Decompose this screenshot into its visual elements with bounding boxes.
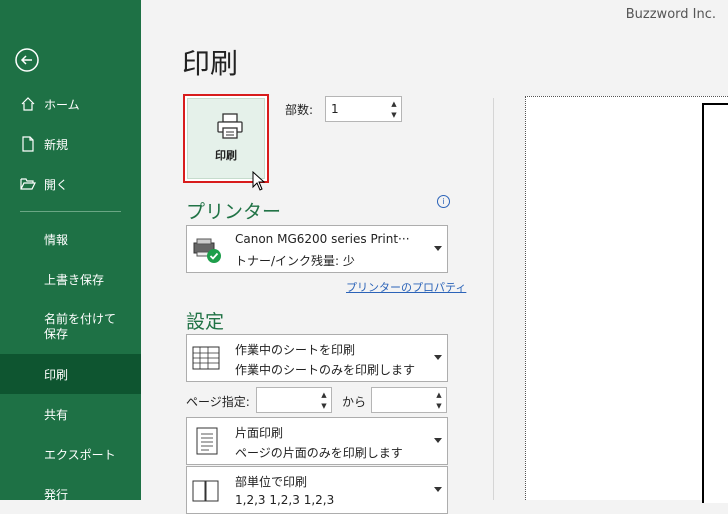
- chevron-down-icon: [434, 246, 442, 251]
- page-from-spin-down-icon[interactable]: ▼: [318, 400, 330, 411]
- sidebar-item-publish[interactable]: 発行: [0, 474, 141, 514]
- print-pane: Buzzword Inc. 印刷 印刷 部数: 1 ▲ ▼ プリンター i Ca…: [141, 0, 728, 514]
- copies-label: 部数:: [285, 103, 314, 117]
- sidebar-item-label: 名前を付けて保存: [44, 312, 117, 341]
- sides-select[interactable]: 片面印刷 ページの片面のみを印刷します: [186, 417, 448, 465]
- settings-heading: 設定: [186, 311, 225, 333]
- sidebar-item-home[interactable]: ホーム: [0, 84, 141, 124]
- chevron-down-icon: [434, 487, 442, 492]
- print-what-select[interactable]: 作業中のシートを印刷 作業中のシートのみを印刷します: [186, 334, 448, 382]
- sidebar-item-label: ホーム: [44, 97, 80, 112]
- collate-select[interactable]: 部単位で印刷 1,2,3 1,2,3 1,2,3: [186, 466, 448, 514]
- new-document-icon: [22, 136, 34, 152]
- home-icon: [21, 97, 35, 111]
- open-folder-icon: [20, 178, 36, 190]
- sidebar-item-save-as[interactable]: 名前を付けて保存: [0, 305, 125, 349]
- sidebar-item-label: 新規: [44, 137, 69, 152]
- sidebar-item-label: エクスポート: [44, 447, 116, 462]
- print-preview: [525, 96, 728, 503]
- mouse-cursor-icon: [252, 171, 266, 191]
- page-from-spin-up-icon[interactable]: ▲: [318, 389, 330, 400]
- printer-properties-link[interactable]: プリンターのプロパティ: [346, 279, 466, 295]
- page-to-spin-down-icon[interactable]: ▼: [433, 400, 445, 411]
- sides-title: 片面印刷: [235, 426, 284, 440]
- chevron-down-icon: [434, 355, 442, 360]
- printer-ready-icon: [193, 238, 221, 263]
- collate-description: 1,2,3 1,2,3 1,2,3: [235, 493, 335, 507]
- page-range-between: から: [342, 395, 367, 409]
- sidebar-item-label: 情報: [44, 232, 69, 247]
- chevron-down-icon: [434, 438, 442, 443]
- page-title: 印刷: [182, 47, 239, 80]
- print-button[interactable]: 印刷: [183, 94, 269, 183]
- sidebar-item-export[interactable]: エクスポート: [0, 434, 141, 474]
- info-icon[interactable]: i: [437, 195, 450, 208]
- printer-name: Canon MG6200 series Print···: [235, 232, 410, 246]
- copies-spin-down-icon[interactable]: ▼: [388, 109, 400, 120]
- print-button-label: 印刷: [215, 149, 237, 162]
- sidebar-item-new[interactable]: 新規: [0, 124, 141, 164]
- sidebar-item-open[interactable]: 開く: [0, 164, 141, 204]
- print-what-description: 作業中のシートのみを印刷します: [235, 363, 416, 377]
- watermark: Buzzword Inc.: [625, 7, 716, 22]
- sidebar-item-label: 上書き保存: [44, 272, 105, 287]
- sidebar-item-info[interactable]: 情報: [0, 219, 141, 259]
- collated-pages-icon: [192, 480, 219, 502]
- one-sided-page-icon: [196, 427, 218, 455]
- copies-value: 1: [331, 102, 339, 116]
- sidebar-item-share[interactable]: 共有: [0, 394, 141, 434]
- print-what-title: 作業中のシートを印刷: [235, 343, 356, 357]
- sidebar-divider: [20, 211, 121, 212]
- sidebar-item-save[interactable]: 上書き保存: [0, 259, 141, 299]
- backstage-sidebar: ホーム 新規 開く 情報 上書き保存 名前を付けて保存 印刷 共有 エクスポート…: [0, 0, 141, 502]
- pane-divider: [493, 98, 494, 500]
- page-to-input[interactable]: ▲ ▼: [371, 387, 447, 413]
- print-button-face: 印刷: [187, 98, 265, 179]
- sidebar-item-print[interactable]: 印刷: [0, 354, 141, 394]
- printer-icon: [217, 113, 243, 139]
- printer-select[interactable]: Canon MG6200 series Print··· トナー/インク残量: …: [186, 225, 448, 273]
- sidebar-item-label: 共有: [44, 407, 69, 422]
- collate-title: 部単位で印刷: [235, 475, 308, 489]
- sides-description: ページの片面のみを印刷します: [235, 446, 403, 460]
- sidebar-item-label: 印刷: [44, 367, 69, 382]
- sidebar-item-label: 開く: [44, 177, 69, 192]
- preview-page: [702, 103, 728, 503]
- page-range-label: ページ指定:: [186, 395, 250, 409]
- back-arrow-icon[interactable]: [14, 47, 40, 73]
- printer-status: トナー/インク残量: 少: [235, 254, 355, 268]
- sheet-grid-icon: [192, 346, 220, 370]
- copies-input[interactable]: 1 ▲ ▼: [325, 96, 402, 122]
- printer-heading: プリンター: [186, 201, 282, 223]
- page-from-input[interactable]: ▲ ▼: [256, 387, 332, 413]
- page-to-spin-up-icon[interactable]: ▲: [433, 389, 445, 400]
